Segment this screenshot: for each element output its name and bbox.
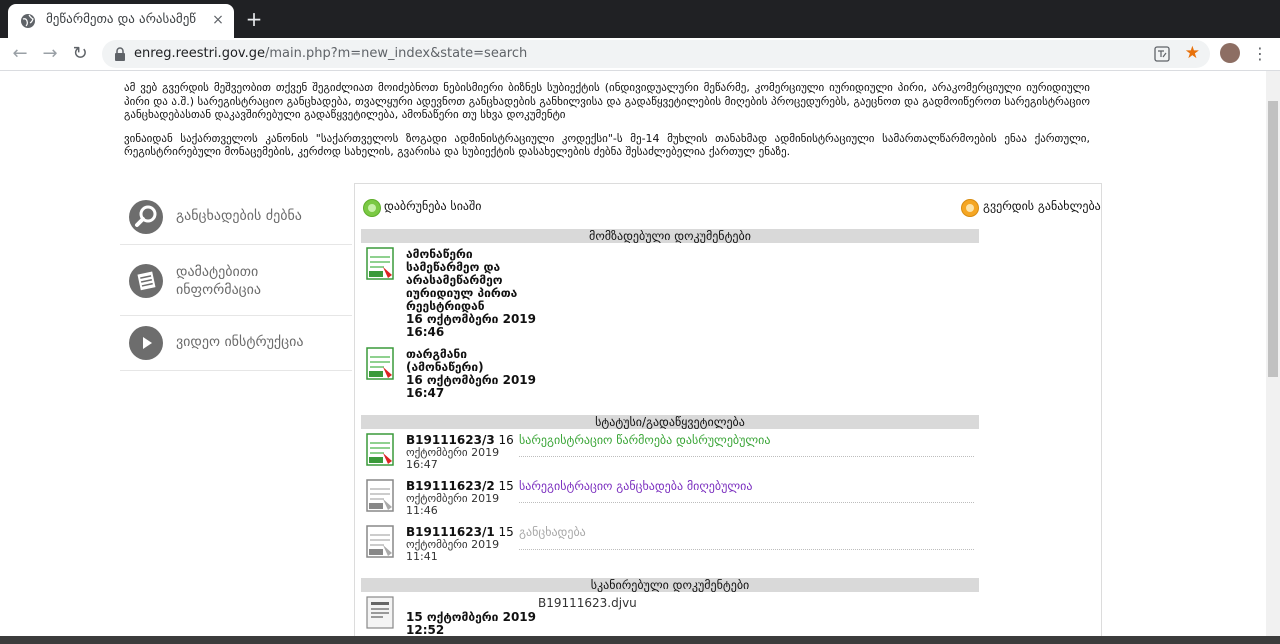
status-time: 16:47 [406,458,438,471]
document-list-icon [129,264,163,298]
browser-toolbar: ← → ↻ enreg.reestri.gov.ge/main.php?m=ne… [0,38,1280,71]
profile-avatar[interactable] [1220,43,1240,63]
divider [519,456,974,457]
window-bottom-edge [0,636,1280,644]
prepared-documents-header: მომზადებული დოკუმენტები [361,229,979,243]
scrollbar-thumb[interactable] [1268,101,1278,377]
new-tab-button[interactable]: + [244,8,264,30]
forward-button[interactable]: → [38,42,62,66]
lock-icon [115,47,125,61]
page-scrollbar[interactable] [1266,71,1280,636]
back-arrow-icon [363,199,381,217]
status-time: 11:41 [406,550,438,563]
pdf-document-icon[interactable] [366,433,396,466]
sidebar-item-label-line2: ინფორმაცია [176,282,262,298]
refresh-page-label: გვერდის განახლება [983,199,1101,213]
scanned-file-link[interactable]: B19111623.djvu [538,596,637,610]
status-day: 16 [498,433,514,447]
browser-menu-icon[interactable]: ⋮ [1252,42,1268,66]
sidebar-item-info[interactable]: დამატებითი ინფორმაცია [120,245,352,316]
document-time: 16:47 [406,386,445,400]
browser-tab-bar: მეწარმეთა და არასამეწ × + [0,0,1280,38]
translate-icon[interactable] [1154,46,1170,62]
sidebar-item-search[interactable]: განცხადების ძებნა [120,188,352,245]
refresh-icon [961,199,979,217]
document-title[interactable]: ამონაწერი სამეწარმეო და არასამეწარმეო იუ… [406,248,536,339]
refresh-page-button[interactable]: გვერდის განახლება [961,198,1101,218]
pdf-document-icon[interactable] [366,347,396,380]
document-grey-icon[interactable] [366,479,396,512]
sidebar-item-label-line1: დამატებითი [176,264,259,280]
document-time: 16:46 [406,325,445,339]
application-number: B19111623/1 [406,525,495,539]
divider [519,549,974,550]
scanned-date-block: 15 ოქტომბერი 2019 12:52 [406,611,536,637]
side-navigation: განცხადების ძებნა დამატებითი ინფორმაცია … [120,188,352,371]
application-detail-panel: დაბრუნება სიაში გვერდის განახლება მომზად… [354,183,1102,644]
intro-text: ამ ვებ გვერდის მეშვეობით თქვენ შეგიძლიათ… [124,81,1090,169]
sidebar-item-label: ვიდეო ინსტრუქცია [176,334,304,350]
back-to-list-label: დაბრუნება სიაში [384,199,482,213]
scanned-file-icon[interactable] [366,596,396,629]
status-header: სტატუსი/გადაწყვეტილება [361,415,979,429]
bookmark-star-icon[interactable]: ★ [1185,43,1200,63]
sidebar-item-video[interactable]: ვიდეო ინსტრუქცია [120,316,352,371]
application-number: B19111623/3 [406,433,495,447]
status-link-received[interactable]: სარეგისტრაციო განცხადება მიღებულია [519,479,752,493]
back-button[interactable]: ← [8,42,32,66]
search-icon [129,200,163,234]
browser-tab[interactable]: მეწარმეთა და არასამეწ × [8,4,234,38]
globe-icon [21,14,35,28]
close-tab-icon[interactable]: × [210,10,226,30]
play-icon [129,326,163,360]
document-title[interactable]: თარგმანი (ამონაწერი) 16 ოქტომბერი 2019 1… [406,348,536,400]
status-time: 11:46 [406,504,438,517]
sidebar-item-label: განცხადების ძებნა [176,208,302,224]
status-day: 15 [498,479,514,493]
status-link-application[interactable]: განცხადება [519,525,586,539]
application-number: B19111623/2 [406,479,495,493]
intro-paragraph-1: ამ ვებ გვერდის მეშვეობით თქვენ შეგიძლიათ… [124,81,1090,121]
status-day: 15 [498,525,514,539]
address-bar[interactable]: enreg.reestri.gov.ge/main.php?m=new_inde… [102,40,1210,68]
tab-title: მეწარმეთა და არასამეწ [46,12,197,27]
reload-button[interactable]: ↻ [68,42,92,66]
document-grey-icon[interactable] [366,525,396,558]
pdf-document-icon[interactable] [366,247,396,280]
url-text: enreg.reestri.gov.ge/main.php?m=new_inde… [134,46,527,61]
status-link-completed[interactable]: სარეგისტრაციო წარმოება დასრულებულია [519,433,770,447]
url-path: /main.php?m=new_index&state=search [264,46,528,61]
divider [519,502,974,503]
intro-paragraph-2: ვინაიდან საქართველოს კანონის "საქართველო… [124,131,1090,159]
scanned-documents-header: სკანირებული დოკუმენტები [361,578,979,592]
url-host: enreg.reestri.gov.ge [134,46,265,61]
